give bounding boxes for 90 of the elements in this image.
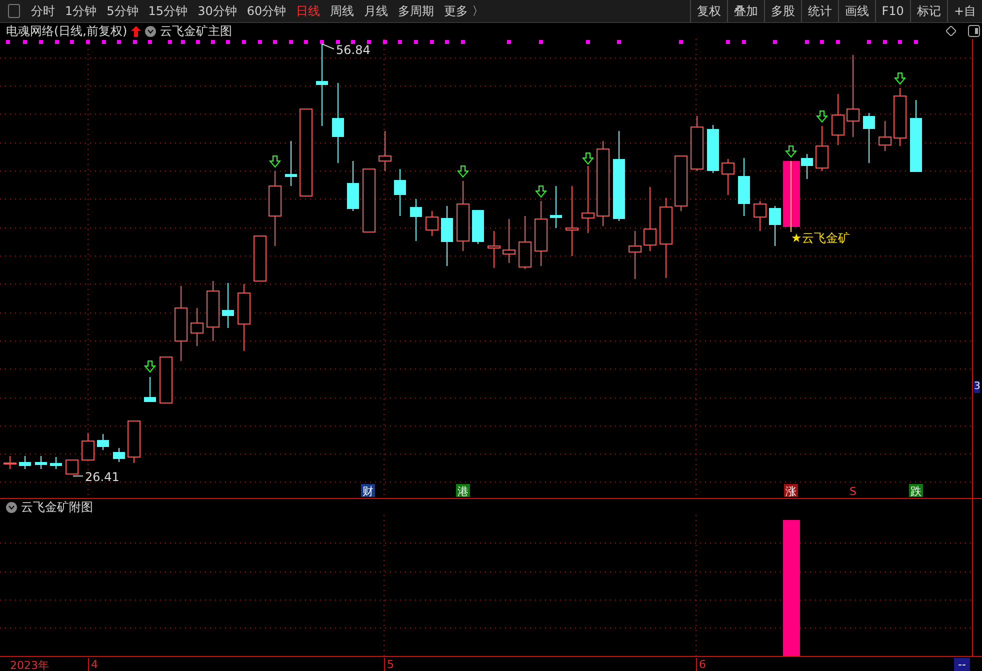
indicator-name: 云飞金矿主图	[160, 22, 232, 40]
event-marker[interactable]: 涨	[784, 484, 798, 498]
candlestick	[113, 448, 125, 462]
period-tab[interactable]: 月线	[359, 2, 394, 20]
candlestick	[769, 206, 781, 246]
candlestick	[644, 186, 656, 252]
period-tab[interactable]: 1分钟	[60, 2, 102, 20]
candlestick	[254, 236, 266, 282]
candlestick	[206, 280, 220, 342]
chart-title: 电魂网络(日线,前复权)	[6, 22, 128, 40]
candlestick	[50, 456, 62, 470]
candlestick	[394, 168, 406, 216]
period-tab[interactable]: 5分钟	[102, 2, 144, 20]
candlestick	[674, 156, 688, 212]
panel-toggle-icon[interactable]	[8, 4, 20, 18]
up-arrow-icon	[131, 26, 142, 36]
candlestick	[347, 160, 359, 212]
event-marker[interactable]: 财	[361, 484, 375, 498]
period-tab[interactable]: 周线	[325, 2, 360, 20]
period-tab[interactable]: 15分钟	[143, 2, 193, 20]
candlestick	[441, 206, 453, 266]
down-arrow-icon	[816, 110, 828, 123]
candlestick	[722, 158, 734, 196]
candlestick	[160, 356, 172, 404]
leader-line	[322, 44, 334, 50]
down-arrow-icon	[534, 186, 548, 198]
candlestick	[35, 456, 47, 470]
high-price-label: 56.84	[336, 43, 370, 57]
time-axis-label: 4	[88, 658, 98, 671]
candlestick	[566, 186, 578, 256]
time-axis-label: 2023年	[9, 658, 49, 671]
down-arrow-icon	[144, 360, 156, 373]
candlestick	[190, 308, 204, 346]
price-tag: 3	[974, 381, 980, 393]
period-tab[interactable]: 60分钟	[242, 2, 292, 20]
candlestick	[82, 432, 94, 462]
event-marker[interactable]: S	[850, 485, 856, 498]
event-marker[interactable]: 跌	[909, 484, 923, 498]
down-arrow-icon	[784, 146, 798, 158]
candlestick	[582, 166, 594, 234]
candlestick	[518, 216, 532, 270]
candlestick	[707, 124, 719, 174]
period-tab[interactable]: 多周期	[393, 2, 440, 20]
candlestick	[222, 282, 234, 328]
time-axis-label: 6	[696, 658, 706, 671]
candlestick	[144, 376, 156, 402]
down-arrow-icon	[582, 152, 594, 165]
event-marker[interactable]: 港	[456, 484, 470, 498]
dropdown-icon[interactable]	[145, 26, 156, 36]
candlestick	[238, 284, 250, 352]
candlestick	[66, 460, 78, 474]
dropdown-icon[interactable]	[6, 502, 17, 512]
period-tab[interactable]: 分时	[26, 2, 60, 20]
candlestick	[19, 456, 31, 470]
candlestick	[628, 230, 642, 280]
candlestick	[410, 198, 422, 242]
candlestick	[816, 126, 828, 172]
time-axis-label: 5	[384, 658, 394, 671]
candlestick	[550, 186, 562, 228]
candlestick	[738, 158, 750, 216]
candlestick	[878, 120, 892, 152]
down-arrow-icon	[894, 72, 906, 85]
candlestick	[128, 420, 140, 464]
panel-icon[interactable]	[968, 25, 980, 37]
candlestick	[456, 180, 470, 252]
corner-label: --	[954, 658, 970, 671]
low-price-label: 26.41	[85, 470, 120, 484]
sub-chart-title: 云飞金矿附图	[21, 498, 93, 516]
candlestick	[690, 116, 704, 172]
candlestick	[894, 88, 906, 146]
signal-label: ★云飞金矿	[791, 231, 850, 245]
diamond-icon[interactable]	[946, 26, 956, 36]
candlestick	[426, 210, 438, 236]
candlestick	[362, 168, 376, 232]
down-arrow-icon	[268, 156, 282, 168]
period-tab[interactable]: 更多 〉	[439, 2, 489, 20]
candlestick	[285, 140, 297, 186]
candlestick	[97, 434, 109, 450]
candlestick	[502, 218, 516, 264]
candlestick	[534, 200, 548, 266]
candlestick	[863, 112, 875, 164]
candlestick	[378, 130, 392, 172]
candlestick	[754, 200, 766, 232]
candlestick	[472, 210, 484, 244]
candlestick	[488, 230, 500, 268]
period-tab[interactable]: 日线	[291, 2, 326, 20]
period-tab[interactable]: 30分钟	[192, 2, 242, 20]
candlestick	[4, 456, 16, 470]
candlestick	[832, 94, 844, 146]
down-arrow-icon	[456, 166, 470, 178]
